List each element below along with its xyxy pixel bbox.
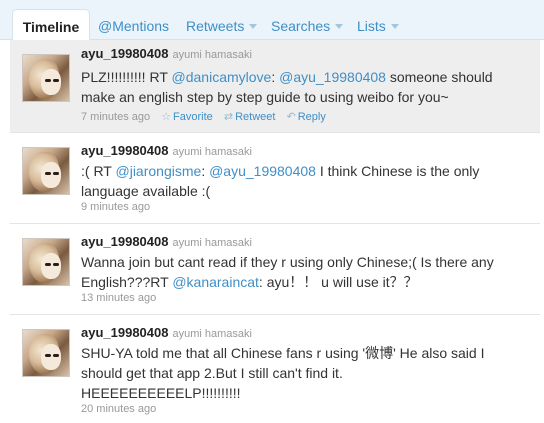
tweet-line: language available :( — [81, 183, 211, 199]
mention-link[interactable]: @ayu_19980408 — [279, 69, 386, 85]
tab-label: Searches — [271, 18, 331, 34]
tab-searches[interactable]: Searches — [271, 9, 344, 40]
reply-icon: ↶ — [286, 111, 296, 123]
tweet-footer: 13 minutes ago — [81, 292, 156, 304]
tweet-line: Wanna join but cant read if they r using… — [81, 254, 494, 270]
tweet-text: Wanna join but cant read if they r using… — [81, 252, 521, 292]
favorite-button[interactable]: ☆ Favorite — [161, 111, 213, 123]
tab-timeline[interactable]: Timeline — [12, 9, 90, 41]
retweet-label: Retweet — [235, 111, 276, 123]
text-fragment: I think Chinese is the only — [315, 163, 480, 179]
full-name: ayumi hamasaki — [172, 328, 252, 340]
chevron-down-icon — [249, 23, 258, 29]
tab-label: @Mentions — [98, 18, 170, 34]
timestamp-link[interactable]: 9 minutes ago — [81, 201, 150, 213]
timestamp-link[interactable]: 7 minutes ago — [81, 111, 150, 123]
chevron-down-icon — [335, 23, 344, 29]
screen-name-link[interactable]: ayu_19980408 — [81, 234, 168, 249]
tweet-line: English???RT @kanaraincat: ayu！！ u will … — [81, 272, 521, 292]
star-icon: ☆ — [161, 111, 172, 123]
mention-link[interactable]: @jiarongisme — [116, 163, 202, 179]
screen-name-link[interactable]: ayu_19980408 — [81, 143, 168, 158]
tweet-header: ayu_19980408 ayumi hamasaki — [81, 143, 252, 158]
tweet-text: SHU-YA told me that all Chinese fans r u… — [81, 343, 521, 403]
reply-button[interactable]: ↶ Reply — [287, 111, 326, 123]
tweet-footer: 20 minutes ago — [81, 403, 156, 415]
tweet-line: PLZ!!!!!!!!!! RT @danicamylove: @ayu_199… — [81, 67, 521, 87]
reply-label: Reply — [297, 111, 326, 123]
tweet-line: SHU-YA told me that all Chinese fans r u… — [81, 345, 485, 361]
tab-label: Retweets — [186, 18, 245, 34]
tweet-line: make an english step by step guide to us… — [81, 89, 449, 105]
mention-link[interactable]: @ayu_19980408 — [209, 163, 316, 179]
text-fragment: : ayu！！ u will use it？？ — [258, 274, 418, 290]
favorite-label: Favorite — [173, 111, 213, 123]
tweet-text: PLZ!!!!!!!!!! RT @danicamylove: @ayu_199… — [81, 67, 521, 107]
screen-name-link[interactable]: ayu_19980408 — [81, 325, 168, 340]
tab-label: Lists — [357, 18, 386, 34]
tweet-text: :( RT @jiarongisme: @ayu_19980408 I thin… — [81, 161, 521, 201]
text-fragment: : — [271, 69, 280, 85]
timestamp-link[interactable]: 13 minutes ago — [81, 292, 156, 304]
text-fragment: : — [201, 163, 210, 179]
tweet-header: ayu_19980408 ayumi hamasaki — [81, 234, 252, 249]
timestamp-link[interactable]: 20 minutes ago — [81, 403, 156, 415]
tweet-line: should get that app 2.But I still can't … — [81, 365, 343, 381]
full-name: ayumi hamasaki — [172, 49, 252, 61]
tweet-item[interactable]: ayu_19980408 ayumi hamasaki Wanna join bu… — [10, 224, 540, 315]
text-fragment: English???RT — [81, 274, 173, 290]
full-name: ayumi hamasaki — [172, 237, 252, 249]
mention-link[interactable]: @kanaraincat — [172, 274, 259, 290]
text-fragment: someone should — [385, 69, 493, 85]
tweet-footer: 7 minutes ago ☆ Favorite ⇄ Retweet ↶ Reply — [81, 110, 326, 123]
tab-lists[interactable]: Lists — [357, 9, 399, 40]
full-name: ayumi hamasaki — [172, 146, 252, 158]
avatar[interactable] — [22, 54, 70, 102]
avatar[interactable] — [22, 329, 70, 377]
tweet-line: HEEEEEEEEEELP!!!!!!!!!! — [81, 385, 241, 401]
tab-bar: Timeline @Mentions Retweets Searches Lis… — [0, 0, 544, 41]
tab-mentions[interactable]: @Mentions — [98, 9, 169, 40]
tweet-header: ayu_19980408 ayumi hamasaki — [81, 325, 252, 340]
avatar[interactable] — [22, 238, 70, 286]
tweet-item[interactable]: ayu_19980408 ayumi hamasaki PLZ!!!!!!!!!!… — [10, 40, 540, 133]
tweet-footer: 9 minutes ago — [81, 201, 150, 213]
tab-retweets[interactable]: Retweets — [186, 9, 258, 40]
mention-link[interactable]: @danicamylove — [172, 69, 272, 85]
text-fragment: PLZ!!!!!!!!!! RT — [81, 69, 172, 85]
avatar[interactable] — [22, 147, 70, 195]
chevron-down-icon — [390, 23, 399, 29]
tweet-item[interactable]: ayu_19980408 ayumi hamasaki SHU-YA told m… — [10, 315, 540, 423]
tweet-header: ayu_19980408 ayumi hamasaki — [81, 46, 252, 61]
screen-name-link[interactable]: ayu_19980408 — [81, 46, 168, 61]
text-fragment: :( RT — [81, 163, 116, 179]
retweet-icon: ⇄ — [223, 111, 234, 123]
tweet-item[interactable]: ayu_19980408 ayumi hamasaki :( RT @jiaron… — [10, 133, 540, 224]
tweet-line: :( RT @jiarongisme: @ayu_19980408 I thin… — [81, 161, 521, 181]
tab-label: Timeline — [22, 19, 80, 35]
retweet-button[interactable]: ⇄ Retweet — [224, 111, 276, 123]
